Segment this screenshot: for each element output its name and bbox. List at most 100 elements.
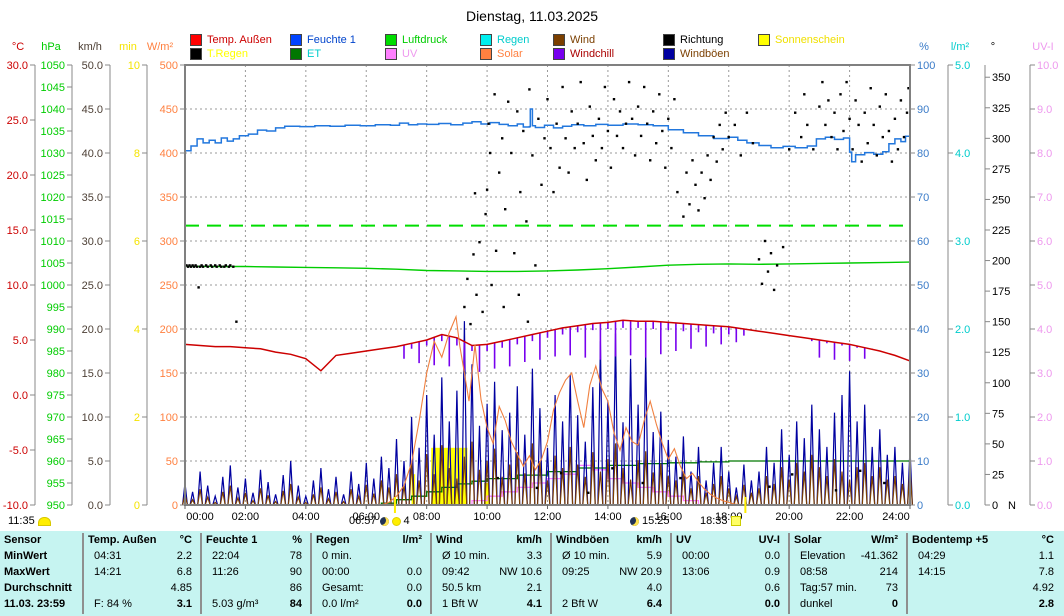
direction-dot [685,171,687,173]
legend-item-luftdruck: Luftdruck [385,33,447,47]
table-cell-value: 3.1 [84,598,192,610]
sunrise-time: 06:57 [349,515,377,527]
axis-tick-label: 965 [47,434,65,446]
direction-dot [891,160,893,162]
direction-dot [634,154,636,156]
axis-tick-label: 45.0 [82,104,103,116]
axis-uvi: UV-I10.09.08.07.06.05.04.03.02.01.00.0 [1030,41,1058,512]
axis-rain: l/m²5.04.03.02.01.00.0 [948,41,970,512]
table-cell-value: 1.1 [908,550,1054,562]
direction-dot [761,283,763,285]
day-length-value: 11:35 [8,515,35,527]
direction-dot [767,270,769,272]
axis-tick-label: 1025 [41,170,65,182]
table-cell-value: 6.4 [552,598,662,610]
axis-tick-label: 2 [134,412,140,424]
direction-dot [764,240,766,242]
direction-dot [768,486,770,488]
axis-tick-label: 450 [160,104,178,116]
axis-tick-label: 1015 [41,214,65,226]
direction-dot [592,135,594,137]
direction-dot [712,136,714,138]
sensor-row-label: MinWert [4,550,47,562]
axis-tick-label: 4.0 [1037,324,1052,336]
table-cell-label: 0 min. [322,550,352,562]
axis-tick-label: 40.0 [82,148,103,160]
axis-tick-label: 200 [992,256,1010,268]
direction-dot [725,112,727,114]
axis-tick-label: 0.0 [88,500,103,512]
direction-dot [894,118,896,120]
direction-dot [791,473,793,475]
axis-tick-label: 175 [992,286,1010,298]
direction-dot [522,130,524,132]
gusts-spikes [183,321,913,505]
legend-item-feuchte-1: Feuchte 1 [290,33,356,47]
direction-dot [571,110,573,112]
direction-dot [649,159,651,161]
direction-dot [854,99,856,101]
axis-tick-label: 25.0 [7,115,28,127]
direction-dot [583,142,585,144]
legend-column: RichtungWindböen [663,33,730,61]
axis-tick-label: 950 [47,500,65,512]
direction-dot [498,171,500,173]
direction-dot [746,112,748,114]
direction-dot [734,124,736,126]
direction-dot [851,148,853,150]
axis-tick-label: 15.0 [82,368,103,380]
direction-dot [661,130,663,132]
axis-tick-label: 0 [917,500,923,512]
day-length-annotation: 11:35 [8,515,51,527]
direction-dot [202,266,204,268]
direction-dot [642,482,644,484]
direction-dot [842,130,844,132]
axis-tick-label: 80 [917,148,929,160]
axis-tick-label: 250 [160,280,178,292]
sunset-annotation: 18:33 [700,515,741,527]
axis-tick-label: 250 [992,194,1010,206]
x-axis-label: 14:00 [594,511,622,523]
column-header-unit: W/m² [790,534,898,546]
direction-dot [719,124,721,126]
axis-tick-label: 75 [992,408,1004,420]
axis-tick-label: 10 [128,60,140,72]
legend-column: Feuchte 1ET [290,33,356,61]
weather-chart-window: Dienstag, 11.03.2025 °C30.025.020.015.01… [0,0,1064,616]
legend-label: ET [307,48,321,60]
legend-column: Sonnenschein [758,33,845,47]
direction-dot [622,147,624,149]
axis-tick-label: 955 [47,478,65,490]
direction-dot [229,264,231,266]
axis-tick-label: 70 [917,192,929,204]
direction-dot [848,118,850,120]
direction-dot [861,160,863,162]
direction-dot [197,286,199,288]
moon-icon [630,517,639,526]
direction-dot [864,112,866,114]
column-header-unit: °C [84,534,192,546]
axis-tick-label: 0.0 [955,500,970,512]
axis-tick-label: -10.0 [3,500,28,512]
legend-label: Windböen [680,48,730,60]
direction-dot [646,123,648,125]
axis-tick-label: 20.0 [82,324,103,336]
direction-dot [879,105,881,107]
direction-dot [463,306,465,308]
axis-unit-label: km/h [78,41,102,53]
moon-phase-value: 4 [404,515,410,527]
direction-dot [640,135,642,137]
column-header-unit: °C [908,534,1054,546]
x-axis-label: 04:00 [292,511,320,523]
direction-dot [670,147,672,149]
direction-dot [697,209,699,211]
direction-dot [676,191,678,193]
direction-dot [803,93,805,95]
direction-dot [788,148,790,150]
axis-tick-label: 1045 [41,82,65,94]
axis-tick-label: 10.0 [7,280,28,292]
table-cell-value: 4.1 [432,598,542,610]
legend-color-box [663,34,675,46]
legend-color-box [385,34,397,46]
axis-tick-label: 3.0 [1037,368,1052,380]
